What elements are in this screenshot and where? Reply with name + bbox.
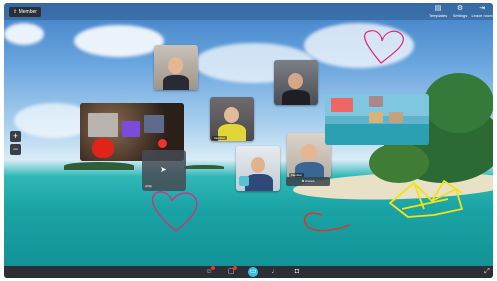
red-annotation-blob bbox=[92, 138, 114, 158]
leave-room-button[interactable]: ⇥ Leave room bbox=[471, 5, 493, 18]
templates-icon: ▤ bbox=[434, 5, 442, 12]
mini-video bbox=[369, 112, 383, 123]
chat-button[interactable]: ▢ bbox=[226, 266, 237, 277]
settings-button[interactable]: ⚙ Settings bbox=[449, 5, 471, 18]
microphone-button[interactable]: ♩ bbox=[270, 267, 280, 277]
templates-label: Templates bbox=[428, 13, 448, 18]
notification-badge bbox=[211, 266, 215, 270]
participant-video-tile[interactable] bbox=[274, 60, 318, 105]
screen-share-button[interactable]: ▭ bbox=[248, 267, 258, 277]
foliage bbox=[424, 73, 493, 133]
fullscreen-icon: ⤢ bbox=[484, 268, 490, 275]
microphone-icon: ♩ bbox=[271, 268, 279, 275]
mini-video bbox=[369, 96, 383, 107]
settings-label: Settings bbox=[452, 13, 468, 18]
member-button[interactable]: ⇧ Member bbox=[9, 7, 41, 17]
zoom-in-button[interactable]: + bbox=[10, 131, 21, 142]
participant-video-tile[interactable] bbox=[154, 45, 198, 90]
templates-button[interactable]: ▤ Templates bbox=[427, 5, 449, 18]
camera-button[interactable]: ◘ bbox=[292, 267, 302, 277]
mini-video bbox=[389, 112, 403, 123]
participant-card[interactable]: ➤ philip bbox=[142, 150, 186, 191]
zoom-out-button[interactable]: − bbox=[10, 144, 21, 155]
sticker-icon bbox=[239, 176, 249, 186]
pink-heart-drawing bbox=[152, 191, 198, 232]
mini-video bbox=[331, 98, 353, 112]
mini-video bbox=[88, 113, 118, 137]
screen-share-tile[interactable] bbox=[325, 94, 429, 145]
leave-room-label: Leave room bbox=[471, 13, 493, 18]
reactions-button[interactable]: ☺ bbox=[204, 266, 215, 277]
gear-icon: ⚙ bbox=[456, 5, 464, 12]
screen-share-icon: ▭ bbox=[249, 268, 257, 275]
bottom-toolbar: ☺ ▢ ▭ ♩ ◘ ⤢ bbox=[4, 266, 493, 278]
participant-name: Member bbox=[212, 136, 228, 140]
room-canvas[interactable]: ⇧ Member ▤ Templates ⚙ Settings ⇥ Leave … bbox=[4, 3, 493, 278]
fullscreen-button[interactable]: ⤢ bbox=[482, 267, 492, 277]
red-scribble-drawing bbox=[303, 212, 351, 232]
distant-island bbox=[184, 165, 224, 169]
participant-video-tile[interactable]: Member bbox=[210, 97, 254, 141]
mini-video bbox=[122, 121, 140, 137]
mini-video bbox=[144, 115, 164, 133]
cursor-icon: ➤ bbox=[160, 165, 167, 174]
leave-icon: ⇥ bbox=[479, 5, 485, 12]
foliage bbox=[369, 143, 429, 183]
cloud bbox=[74, 25, 164, 57]
member-button-label: Member bbox=[18, 9, 37, 15]
camera-icon: ◘ bbox=[294, 268, 300, 275]
participant-name: philip bbox=[145, 184, 153, 188]
cloud bbox=[304, 23, 414, 68]
record-indicator-icon bbox=[158, 139, 167, 148]
notification-badge bbox=[233, 266, 237, 270]
cloud bbox=[4, 23, 44, 45]
top-bar: ⇧ Member ▤ Templates ⚙ Settings ⇥ Leave … bbox=[4, 3, 493, 20]
participant-video-tile[interactable] bbox=[236, 146, 280, 191]
screen-share-control[interactable]: ⇆ shared bbox=[286, 177, 330, 186]
distant-island bbox=[64, 162, 134, 170]
screen-share-label: shared bbox=[305, 179, 315, 183]
